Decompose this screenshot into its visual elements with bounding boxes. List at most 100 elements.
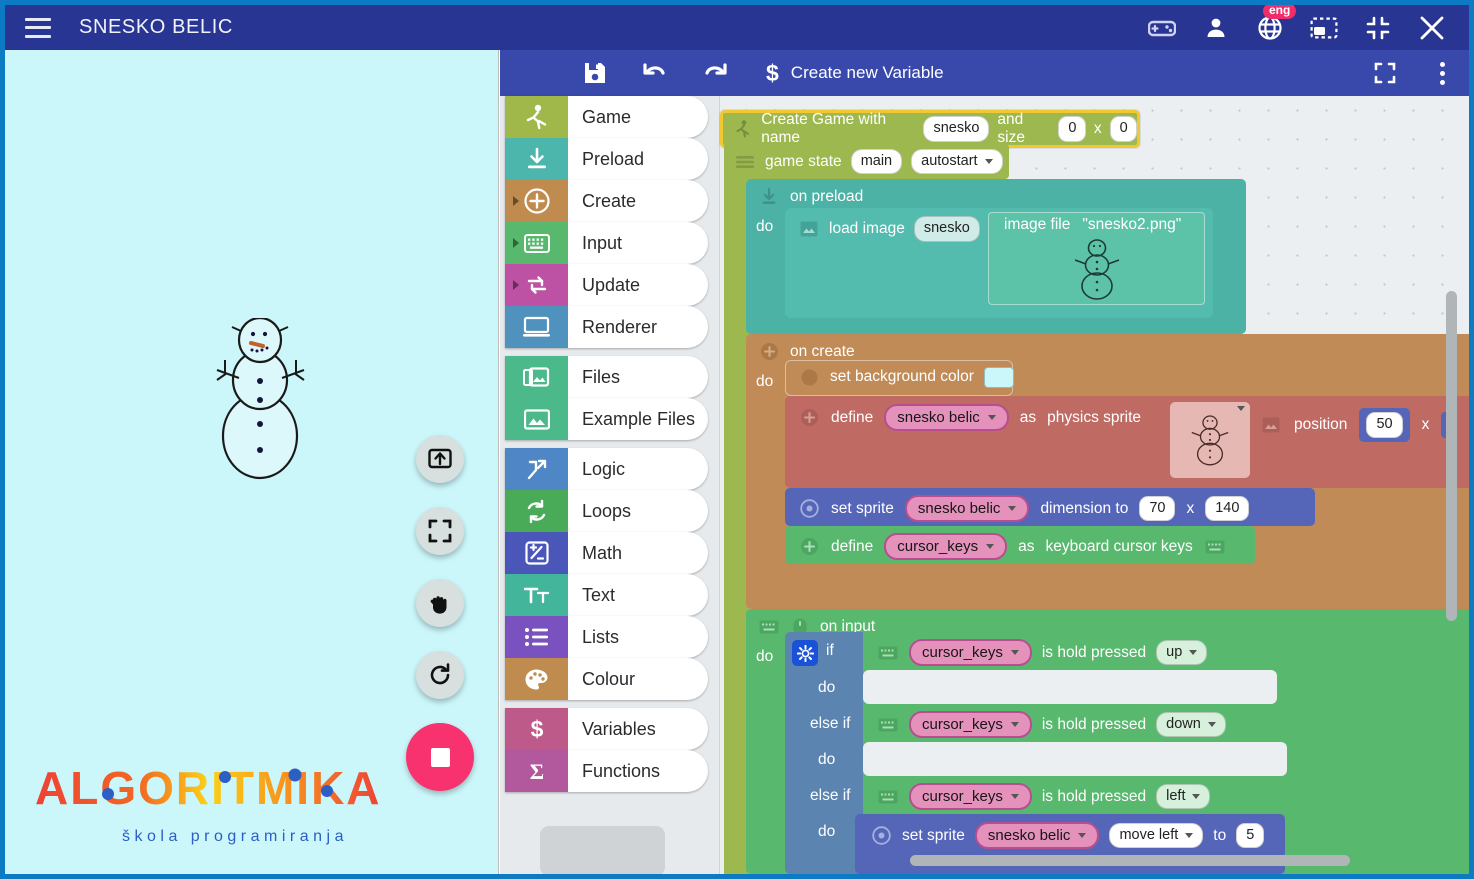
expand-arrow-icon[interactable] [513,280,519,290]
on-input-do-label: do [756,648,774,665]
load-image-variable[interactable]: snesko [913,216,980,242]
restore-window-icon[interactable] [1309,13,1339,43]
toolbox-categories: Game Preload Create Input Update Renderer File… [505,96,708,792]
account-icon[interactable] [1201,13,1231,43]
toolbox-category-renderer[interactable]: Renderer [505,306,708,348]
hamburger-menu-icon[interactable] [25,17,51,38]
keyboard-icon [505,222,568,264]
define-sprite-row: define snesko belic as physics sprite [798,404,1141,431]
cursor-keys-variable-dropdown[interactable]: cursor_keys [884,533,1008,560]
minimize-window-icon[interactable] [1363,13,1393,43]
condition-left-variable[interactable]: cursor_keys [909,783,1032,810]
more-vertical-icon[interactable] [1440,61,1445,85]
dimension-height-field[interactable]: 140 [1205,495,1250,522]
chevron-down-icon [1189,650,1198,655]
pan-hand-button[interactable] [416,579,464,627]
app-title: SNESKO BELIC [79,16,233,38]
block-create-game[interactable]: Create Game with name snesko and size 0 … [720,110,1140,148]
move-left-set-sprite-label: set sprite [902,826,965,844]
flyout-placeholder-block [540,826,665,874]
condition-down-variable[interactable]: cursor_keys [909,711,1032,738]
toolbox-category-preload[interactable]: Preload [505,138,708,180]
position-x-field[interactable]: 50 [1366,412,1403,438]
toolbox-category-label: Math [582,542,623,563]
sprite-variable-dropdown[interactable]: snesko belic [884,404,1009,431]
create-variable-button[interactable]: $ Create new Variable [766,60,944,87]
undo-icon[interactable] [638,56,672,90]
autostart-value: autostart [921,152,978,169]
define-sprite-type-label: physics sprite [1047,408,1142,426]
dimension-sprite-value: snesko belic [917,500,1001,517]
if-do-slot-2[interactable] [863,742,1287,776]
chevron-down-icon [1185,833,1194,838]
block-stack: Create Game with name snesko and size 0 … [720,96,1469,874]
toolbox-category-logic[interactable]: Logic [505,448,708,490]
condition-left-key-dropdown[interactable]: left [1156,783,1211,810]
condition-up-variable[interactable]: cursor_keys [909,639,1032,666]
runner-icon [505,96,568,138]
autostart-dropdown[interactable]: autostart [911,148,1003,175]
editor-fullscreen-icon[interactable] [1368,56,1402,90]
loop-arrows-icon [505,264,568,306]
language-globe-icon[interactable]: eng [1255,5,1297,43]
toolbox-category-colour[interactable]: Colour [505,658,708,700]
expand-arrow-icon[interactable] [513,238,519,248]
toolbox-category-game[interactable]: Game [505,96,708,138]
toolbox-category-functions[interactable]: Σ Functions [505,750,708,792]
workspace-vertical-scrollbar[interactable] [1446,291,1457,621]
language-badge: eng [1263,5,1297,19]
toolbox-category-update[interactable]: Update [505,264,708,306]
redo-icon[interactable] [698,56,732,90]
logo-tagline: škola programiranja [121,828,348,845]
game-state-field[interactable]: main [850,148,903,175]
game-height-field[interactable]: 0 [1109,116,1138,142]
image-file-value[interactable]: "snesko2.png" [1082,216,1181,234]
export-button[interactable] [416,435,464,483]
toolbox-category-label: Loops [582,500,632,521]
toolbox-category-files[interactable]: Files [505,356,708,398]
toolbox-category-lists[interactable]: Lists [505,616,708,658]
gamepad-icon[interactable] [1147,13,1177,43]
game-preview-canvas[interactable]: ALGORITMIKA škola programiranja [5,50,499,874]
toolbox-category-math[interactable]: Math [505,532,708,574]
sprite-image-picker[interactable] [1170,402,1250,478]
condition-down-key-dropdown[interactable]: down [1156,711,1226,738]
condition-down-variable-value: cursor_keys [922,716,1003,733]
toolbox-category-example-files[interactable]: Example Files [505,398,708,440]
game-name-field[interactable]: snesko [923,116,990,142]
circle-icon [798,366,820,388]
toolbox-category-input[interactable]: Input [505,222,708,264]
load-image-row: load image snesko [798,216,980,242]
set-dimension-row: set sprite snesko belic dimension to 70 … [798,495,1250,522]
move-left-sprite-dropdown[interactable]: snesko belic [974,822,1100,849]
game-width-field[interactable]: 0 [1058,116,1086,142]
chevron-down-icon [986,544,995,549]
if-label: if [826,642,834,659]
runner-icon [733,118,753,140]
close-window-icon[interactable] [1417,13,1447,43]
restart-button[interactable] [416,651,464,699]
condition-left-variable-value: cursor_keys [922,788,1003,805]
keyboard-icon [877,786,899,808]
toolbox-category-text[interactable]: Text [505,574,708,616]
gear-icon[interactable] [792,640,818,666]
move-direction-dropdown[interactable]: move left [1109,822,1204,849]
expand-arrow-icon[interactable] [513,196,519,206]
chevron-down-icon [1008,506,1017,511]
move-amount-field[interactable]: 5 [1236,822,1265,849]
workspace-horizontal-scrollbar[interactable] [910,855,1350,866]
fullscreen-button[interactable] [416,507,464,555]
if-do-slot-1[interactable] [863,670,1277,704]
save-icon[interactable] [578,56,612,90]
block-game-state[interactable]: game state main autostart [724,144,1009,179]
toolbox-category-create[interactable]: Create [505,180,708,222]
dimension-sprite-dropdown[interactable]: snesko belic [904,495,1030,522]
background-color-swatch[interactable] [983,366,1014,388]
condition-up-key-dropdown[interactable]: up [1156,639,1208,666]
dimension-width-field[interactable]: 70 [1139,495,1176,522]
keyboard-icon [877,642,899,664]
toolbox-category-loops[interactable]: Loops [505,490,708,532]
game-state-label: game state [765,152,842,170]
toolbox-category-variables[interactable]: $ Variables [505,708,708,750]
chevron-down-icon [1078,833,1087,838]
